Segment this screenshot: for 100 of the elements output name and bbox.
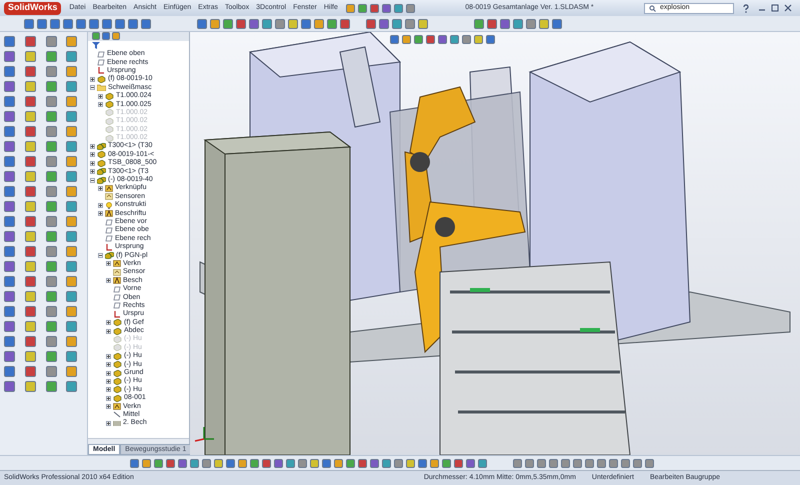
- tool-icon[interactable]: [46, 141, 56, 152]
- tool-icon[interactable]: [24, 231, 36, 242]
- tool-icon[interactable]: [24, 141, 36, 152]
- expand-toggle[interactable]: [106, 396, 111, 401]
- tool-icon[interactable]: [46, 351, 56, 362]
- tool-icon[interactable]: [46, 321, 56, 332]
- expand-toggle[interactable]: [90, 144, 95, 149]
- tool-icon[interactable]: [4, 216, 15, 227]
- tool-icon[interactable]: [4, 96, 15, 107]
- tool-icon[interactable]: [4, 381, 15, 392]
- expand-toggle[interactable]: [106, 354, 111, 359]
- tool-icon[interactable]: [24, 111, 36, 122]
- expand-toggle[interactable]: [98, 253, 103, 258]
- tool-icon[interactable]: [24, 351, 36, 362]
- tool-icon[interactable]: [66, 231, 78, 242]
- expand-toggle[interactable]: [106, 320, 111, 326]
- tool-icon[interactable]: [46, 306, 56, 317]
- tool-icon[interactable]: [66, 111, 78, 122]
- tool-icon[interactable]: [4, 66, 15, 77]
- tool-icon[interactable]: [4, 246, 15, 257]
- tool-icon[interactable]: [4, 186, 15, 197]
- tool-icon[interactable]: [4, 126, 15, 137]
- tool-icon[interactable]: [24, 201, 36, 212]
- tool-icon[interactable]: [46, 111, 56, 122]
- expand-toggle[interactable]: [90, 169, 95, 174]
- tool-icon[interactable]: [4, 201, 15, 212]
- tool-icon[interactable]: [4, 141, 15, 152]
- tool-icon[interactable]: [24, 321, 36, 332]
- expand-toggle[interactable]: [106, 404, 111, 410]
- tool-icon[interactable]: [46, 336, 56, 347]
- expand-toggle[interactable]: [90, 152, 95, 158]
- expand-toggle[interactable]: [106, 328, 111, 334]
- tool-icon[interactable]: [46, 366, 56, 377]
- expand-toggle[interactable]: [106, 261, 111, 266]
- help-icon[interactable]: [742, 4, 750, 12]
- tool-icon[interactable]: [24, 66, 36, 77]
- tool-icon[interactable]: [24, 336, 36, 347]
- tool-icon[interactable]: [66, 216, 78, 227]
- tool-icon[interactable]: [24, 126, 36, 137]
- tool-icon[interactable]: [24, 291, 36, 302]
- tool-icon[interactable]: [66, 126, 78, 137]
- tool-icon[interactable]: [46, 201, 56, 212]
- expand-toggle[interactable]: [98, 202, 103, 208]
- tool-icon[interactable]: [66, 66, 78, 77]
- tool-icon[interactable]: [66, 336, 78, 347]
- tool-icon[interactable]: [66, 141, 78, 152]
- tool-icon[interactable]: [4, 366, 15, 377]
- tool-icon[interactable]: [4, 336, 15, 347]
- expand-toggle[interactable]: [98, 102, 103, 108]
- tool-icon[interactable]: [46, 276, 56, 287]
- tool-icon[interactable]: [24, 81, 36, 92]
- tool-icon[interactable]: [66, 246, 78, 257]
- maximize-icon[interactable]: [771, 4, 779, 12]
- tool-icon[interactable]: [4, 231, 15, 242]
- expand-toggle[interactable]: [106, 370, 111, 376]
- tool-icon[interactable]: [66, 261, 78, 272]
- tool-icon[interactable]: [24, 366, 36, 377]
- tool-icon[interactable]: [24, 261, 36, 272]
- tool-icon[interactable]: [4, 81, 15, 92]
- tool-icon[interactable]: [66, 171, 78, 182]
- tool-icon[interactable]: [46, 126, 56, 137]
- tool-icon[interactable]: [4, 156, 15, 167]
- tool-icon[interactable]: [4, 291, 15, 302]
- tool-icon[interactable]: [4, 111, 15, 122]
- tool-icon[interactable]: [24, 246, 36, 257]
- tool-icon[interactable]: [24, 381, 36, 392]
- expand-toggle[interactable]: [106, 278, 111, 284]
- tool-icon[interactable]: [46, 66, 56, 77]
- tool-icon[interactable]: [66, 366, 78, 377]
- tool-icon[interactable]: [4, 276, 15, 287]
- tool-icon[interactable]: [66, 291, 78, 302]
- expand-toggle[interactable]: [98, 94, 103, 99]
- tool-icon[interactable]: [66, 321, 78, 332]
- tool-icon[interactable]: [4, 171, 15, 182]
- tool-icon[interactable]: [66, 381, 78, 392]
- tool-icon[interactable]: [46, 51, 56, 62]
- tool-icon[interactable]: [66, 306, 78, 317]
- tool-icon[interactable]: [4, 306, 15, 317]
- tool-icon[interactable]: [24, 216, 36, 227]
- expand-toggle[interactable]: [106, 362, 111, 368]
- tool-icon[interactable]: [46, 261, 56, 272]
- tool-icon[interactable]: [66, 96, 78, 107]
- app-logo[interactable]: SolidWorks: [4, 2, 62, 14]
- tool-icon[interactable]: [24, 96, 36, 107]
- tool-icon[interactable]: [24, 171, 36, 182]
- tool-icon[interactable]: [24, 51, 36, 62]
- tool-icon[interactable]: [4, 36, 15, 47]
- tool-icon[interactable]: [66, 201, 78, 212]
- tool-icon[interactable]: [46, 36, 56, 47]
- tool-icon[interactable]: [66, 51, 78, 62]
- expand-toggle[interactable]: [90, 178, 95, 183]
- tool-icon[interactable]: [46, 81, 56, 92]
- tool-icon[interactable]: [4, 261, 15, 272]
- tool-icon[interactable]: [24, 276, 36, 287]
- expand-toggle[interactable]: [106, 420, 111, 426]
- expand-toggle[interactable]: [90, 76, 95, 82]
- tool-icon[interactable]: [66, 351, 78, 362]
- tool-icon[interactable]: [4, 51, 15, 62]
- expand-toggle[interactable]: [90, 160, 95, 166]
- tool-icon[interactable]: [46, 171, 56, 182]
